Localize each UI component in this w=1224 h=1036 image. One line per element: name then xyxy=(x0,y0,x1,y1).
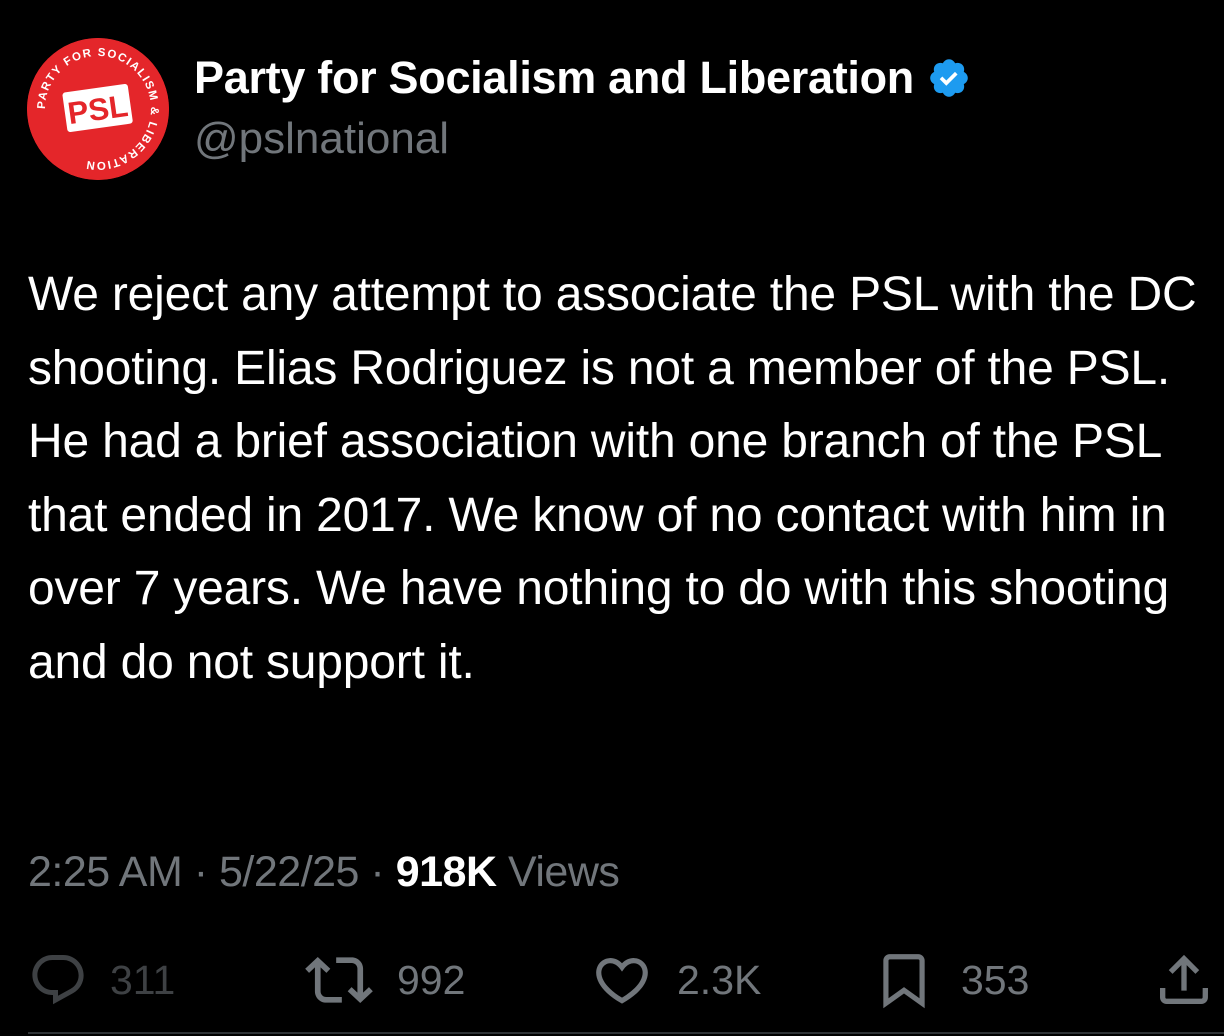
repost-count: 992 xyxy=(397,956,466,1003)
meta-separator: · xyxy=(370,848,385,896)
divider xyxy=(28,1032,1224,1034)
tweet-date[interactable]: 5/22/25 xyxy=(219,848,359,896)
reply-count: 311 xyxy=(110,956,176,1003)
views-label[interactable]: Views xyxy=(508,848,620,896)
like-button[interactable]: 2.3K xyxy=(591,945,761,1015)
display-name-text[interactable]: Party for Socialism and Liberation xyxy=(194,52,914,104)
like-count: 2.3K xyxy=(677,956,762,1003)
display-name[interactable]: Party for Socialism and Liberation xyxy=(194,52,971,104)
psl-logo-icon: PARTY FOR SOCIALISM & LIBERATION PSL xyxy=(27,38,169,180)
bookmark-count: 353 xyxy=(961,956,1030,1003)
tweet-time[interactable]: 2:25 AM xyxy=(28,848,183,896)
avatar[interactable]: PARTY FOR SOCIALISM & LIBERATION PSL xyxy=(27,38,169,180)
reply-icon xyxy=(32,955,84,1005)
bookmark-icon xyxy=(883,954,925,1009)
verified-badge-icon[interactable] xyxy=(927,56,971,100)
tweet-text: We reject any attempt to associate the P… xyxy=(28,268,1197,689)
meta-separator: · xyxy=(193,848,208,896)
share-icon xyxy=(1160,954,1208,1004)
repost-button[interactable]: 992 xyxy=(305,945,465,1015)
repost-icon xyxy=(305,956,373,1004)
tweet-meta: 2:25 AM · 5/22/25 · 918K Views xyxy=(28,848,620,897)
reply-button[interactable]: 311 xyxy=(28,945,175,1015)
share-button[interactable] xyxy=(1152,945,1216,1015)
action-bar: 311 992 2.3K 353 xyxy=(0,945,1224,1015)
author-handle[interactable]: @pslnational xyxy=(194,114,449,164)
bookmark-button[interactable]: 353 xyxy=(873,945,1029,1015)
views-count[interactable]: 918K xyxy=(396,848,497,896)
heart-icon xyxy=(596,958,648,1004)
